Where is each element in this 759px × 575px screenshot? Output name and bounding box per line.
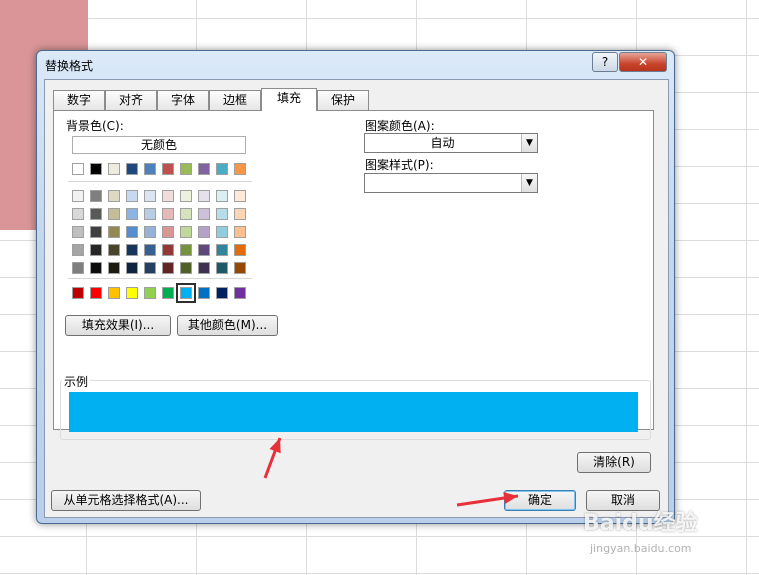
annotation-arrows	[263, 437, 519, 507]
watermark-url: jingyan.baidu.com	[590, 542, 692, 555]
annotation-arrow-head	[503, 492, 518, 504]
tab-fill[interactable]: 填充	[261, 88, 317, 111]
watermark-logo: Baidu经验	[583, 511, 698, 536]
annotation-arrow-head	[269, 438, 281, 454]
